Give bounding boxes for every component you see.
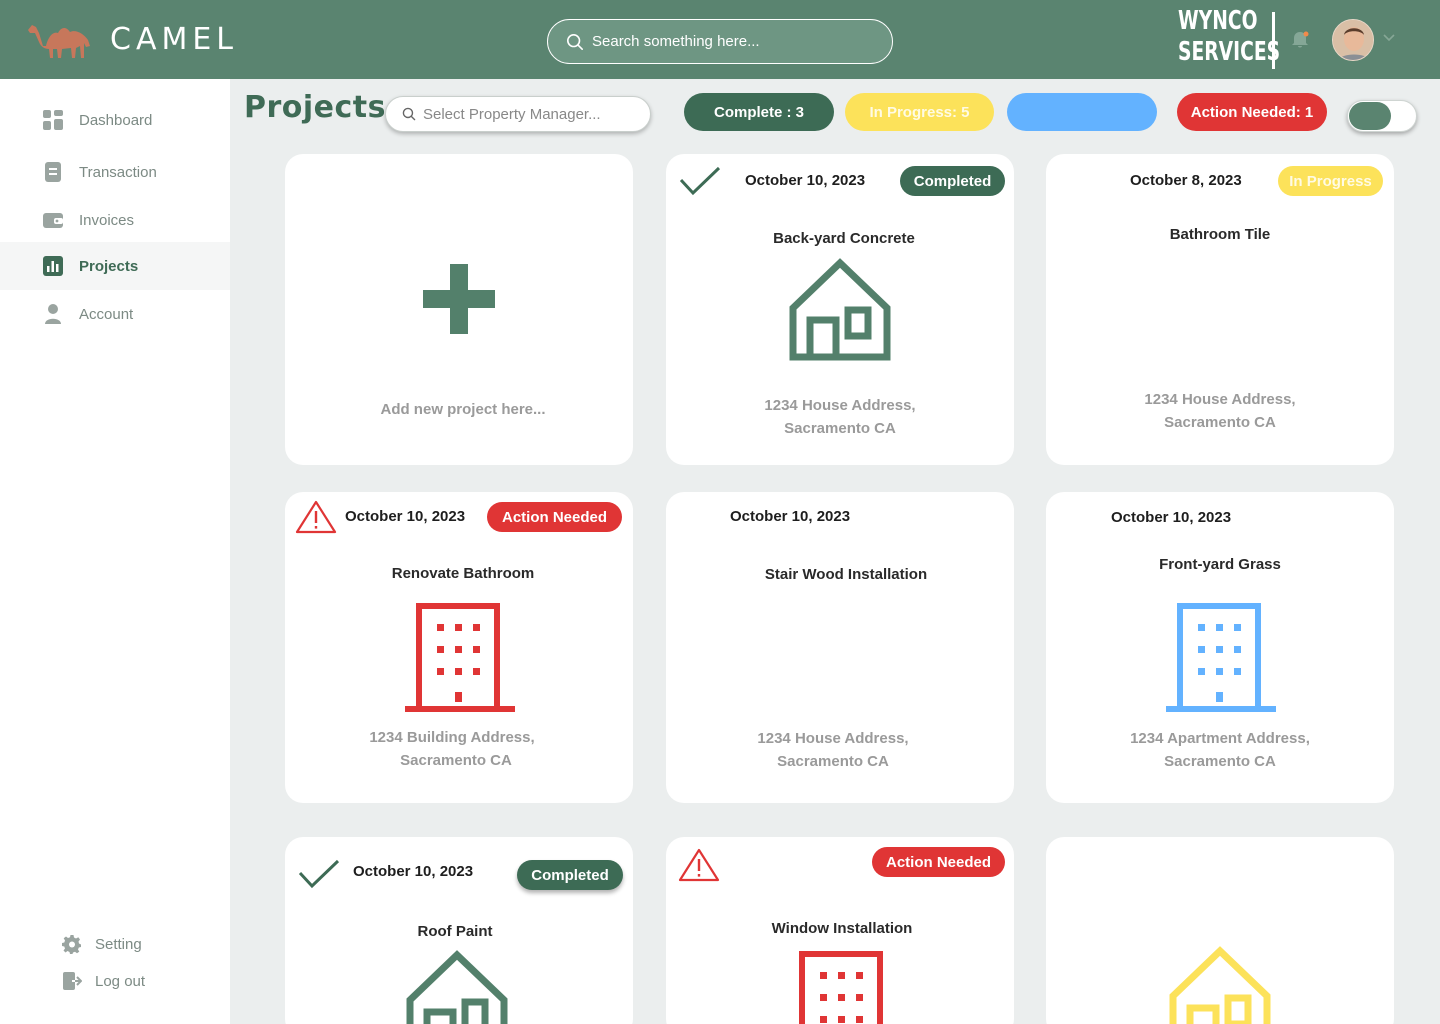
sidebar-item-label: Invoices [79, 211, 135, 229]
project-address-line2: Sacramento CA [1164, 753, 1276, 770]
status-badge: Completed [517, 860, 623, 890]
project-card[interactable]: October 8, 2023 In Progress Bathroom Til… [1046, 154, 1394, 465]
page-title: Projects [244, 90, 387, 125]
sidebar-item-dashboard[interactable]: Dashboard [0, 96, 230, 144]
filter-action-needed-button[interactable]: Action Needed: 1 [1177, 93, 1327, 131]
top-header: CAMEL WYNCO SERVICES [0, 0, 1440, 79]
add-project-label: Add new project here... [380, 401, 546, 418]
search-icon [402, 107, 416, 121]
project-title: Bathroom Tile [1169, 226, 1271, 243]
company-logo-line1: WYNCO [1178, 6, 1258, 36]
warning-icon [295, 500, 337, 534]
project-address-line1: 1234 Building Address, [369, 729, 535, 746]
status-badge: Action Needed [487, 502, 622, 532]
house-icon [789, 258, 891, 361]
check-icon [298, 859, 340, 889]
chart-icon [43, 256, 63, 276]
filter-in-progress-button[interactable]: In Progress: 5 [845, 93, 994, 131]
global-search[interactable] [547, 19, 893, 64]
company-logo: WYNCO SERVICES [1178, 6, 1281, 74]
company-logo-divider [1272, 12, 1275, 69]
project-card[interactable]: October 10, 2023 Stair Wood Installation… [666, 492, 1014, 803]
user-icon [45, 304, 61, 324]
wallet-icon [43, 213, 63, 228]
warning-icon [678, 848, 720, 882]
project-address-line1: 1234 Apartment Address, [1130, 730, 1310, 747]
sidebar-item-label: Dashboard [79, 111, 153, 129]
project-date: October 8, 2023 [1130, 172, 1242, 189]
project-title: Roof Paint [417, 923, 493, 940]
user-avatar[interactable] [1332, 19, 1374, 61]
view-toggle[interactable] [1347, 100, 1417, 132]
house-icon [1169, 946, 1271, 1024]
project-date: October 10, 2023 [345, 508, 466, 525]
project-address-line2: Sacramento CA [784, 420, 896, 437]
house-icon [406, 950, 508, 1024]
notification-bell-icon[interactable] [1289, 29, 1311, 51]
project-title: Front-yard Grass [1159, 556, 1281, 573]
gear-icon [62, 935, 81, 954]
chevron-down-icon[interactable] [1382, 33, 1396, 43]
toggle-knob [1349, 102, 1391, 130]
camel-logo-icon[interactable] [26, 16, 94, 64]
company-logo-line2: SERVICES [1178, 37, 1281, 67]
status-badge: Completed [900, 166, 1005, 196]
avatar-image [1333, 20, 1373, 60]
sidebar: Dashboard Transaction Invoices Projects … [0, 79, 230, 1024]
logout-icon [63, 972, 82, 990]
project-date: October 10, 2023 [353, 863, 474, 880]
building-icon [799, 951, 883, 1024]
project-card[interactable]: October 10, 2023 Completed Back-yard Con… [666, 154, 1014, 465]
search-input[interactable] [592, 33, 862, 50]
building-icon [1166, 603, 1276, 712]
project-address-line1: 1234 House Address, [757, 730, 909, 747]
property-manager-input[interactable] [423, 105, 633, 123]
sidebar-item-label: Transaction [79, 163, 157, 181]
building-icon [405, 603, 515, 712]
add-project-card[interactable]: Add new project here... [285, 154, 633, 465]
project-address-line2: Sacramento CA [777, 753, 889, 770]
project-date: October 10, 2023 [730, 508, 851, 525]
project-card[interactable]: Action Needed Window Installation [666, 837, 1014, 1024]
project-date: October 10, 2023 [1111, 509, 1232, 526]
project-title: Stair Wood Installation [764, 566, 928, 583]
project-date: October 10, 2023 [745, 172, 866, 189]
status-badge: In Progress [1278, 166, 1383, 196]
project-title: Back-yard Concrete [773, 230, 915, 247]
sidebar-item-transaction[interactable]: Transaction [0, 148, 230, 196]
project-card[interactable]: October 10, 2023 Front-yard Grass 1234 A… [1046, 492, 1394, 803]
project-address-line1: 1234 House Address, [1144, 391, 1296, 408]
document-icon [45, 162, 61, 182]
sidebar-logout-label: Log out [95, 972, 146, 990]
sidebar-setting[interactable]: Setting [62, 934, 142, 954]
filter-complete-button[interactable]: Complete : 3 [684, 93, 834, 131]
sidebar-setting-label: Setting [95, 935, 142, 953]
project-title: Window Installation [771, 920, 913, 937]
project-title: Renovate Bathroom [391, 565, 535, 582]
project-address-line1: 1234 House Address, [764, 397, 916, 414]
brand-name: CAMEL [110, 22, 239, 57]
status-badge: Action Needed [872, 847, 1005, 877]
sidebar-item-projects[interactable]: Projects [0, 242, 230, 290]
project-card[interactable] [1046, 837, 1394, 1024]
sidebar-item-label: Account [79, 305, 134, 323]
project-address-line2: Sacramento CA [1164, 414, 1276, 431]
project-address-line2: Sacramento CA [400, 752, 512, 769]
dashboard-icon [43, 110, 63, 130]
project-card[interactable]: October 10, 2023 Action Needed Renovate … [285, 492, 633, 803]
sidebar-logout[interactable]: Log out [62, 971, 145, 991]
search-icon [566, 33, 584, 50]
project-card[interactable]: October 10, 2023 Completed Roof Paint [285, 837, 633, 1024]
plus-icon [423, 264, 495, 334]
property-manager-select[interactable] [385, 96, 651, 132]
check-icon [679, 166, 721, 196]
filter-blue-button[interactable] [1007, 93, 1157, 131]
sidebar-item-invoices[interactable]: Invoices [0, 196, 230, 244]
sidebar-item-label: Projects [79, 257, 139, 275]
sidebar-item-account[interactable]: Account [0, 290, 230, 338]
